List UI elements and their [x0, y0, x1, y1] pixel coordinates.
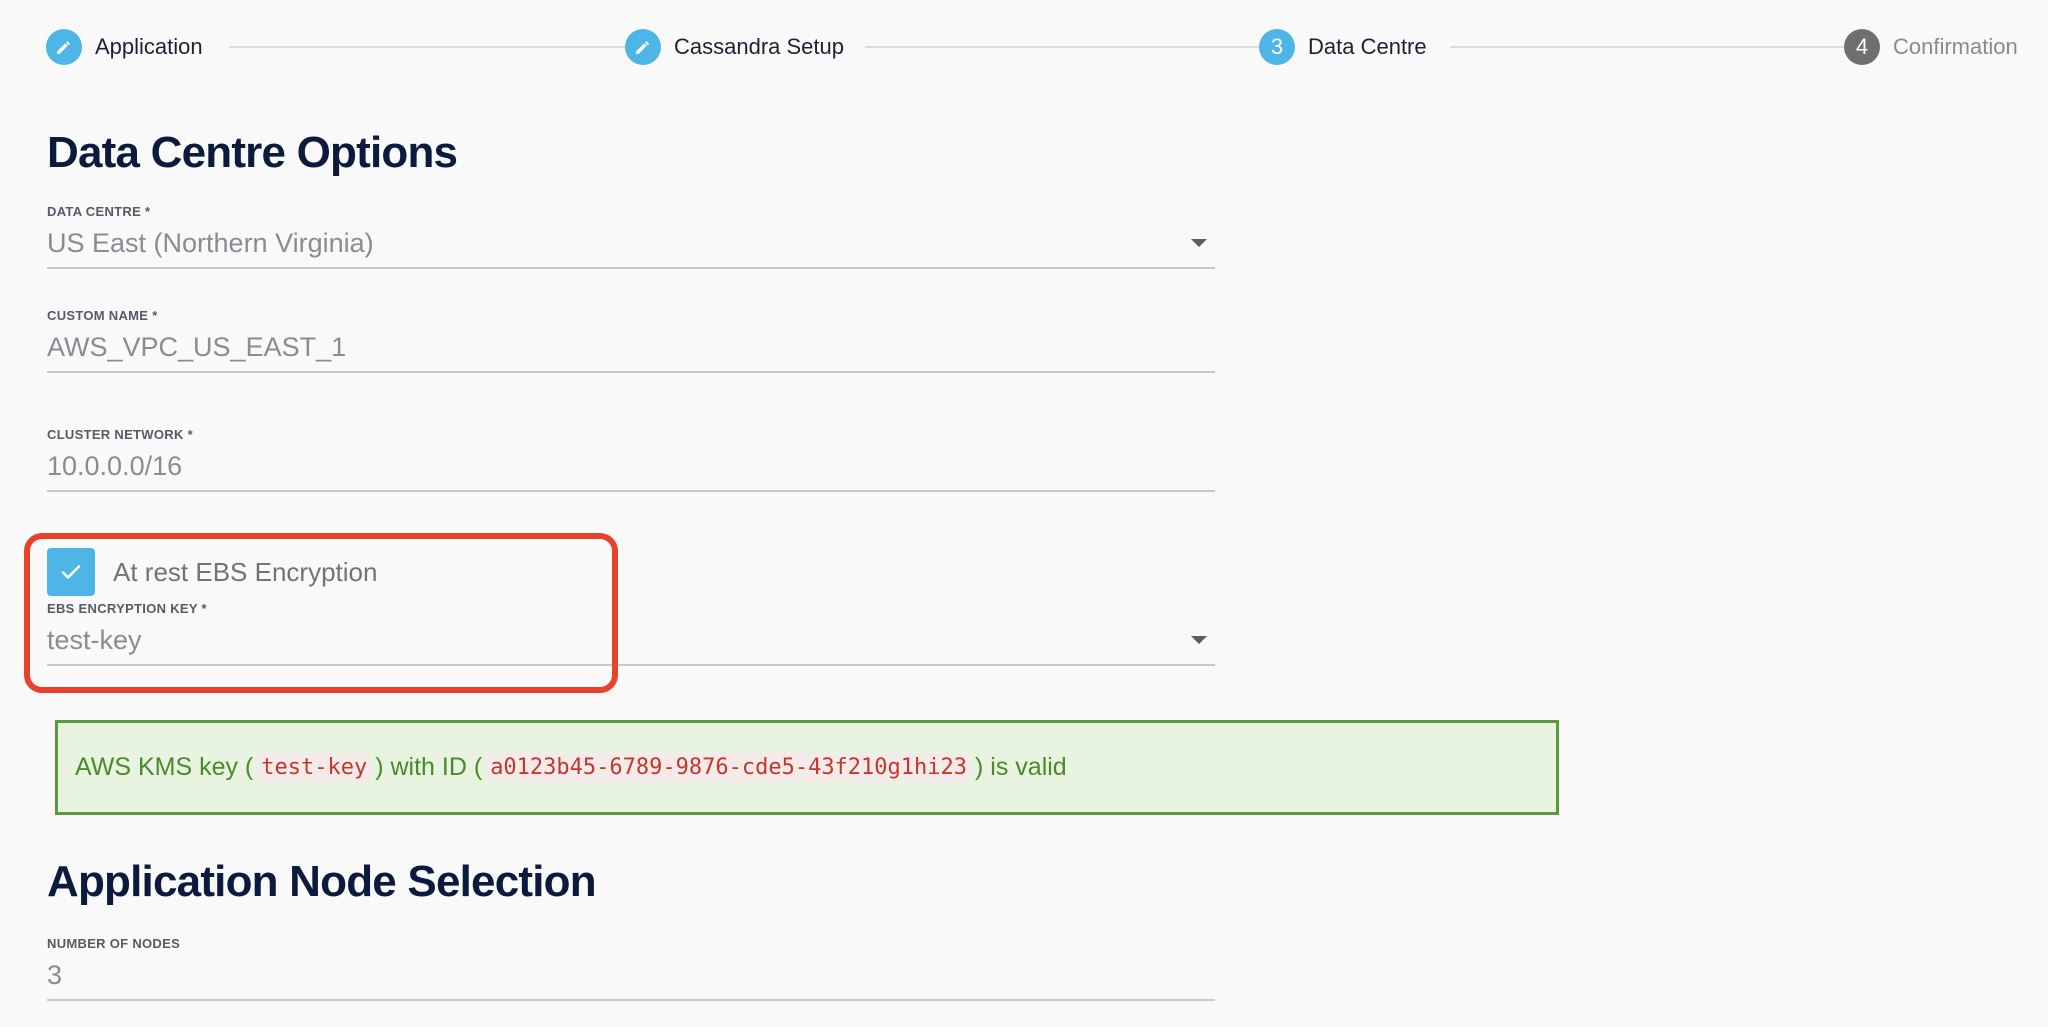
step-data-centre[interactable]: 3 Data Centre [1259, 25, 1427, 69]
step-label: Data Centre [1308, 34, 1427, 59]
input-value: AWS_VPC_US_EAST_1 [47, 331, 347, 362]
step-connector [1450, 46, 1876, 48]
step-number: 3 [1259, 29, 1295, 65]
pencil-icon [46, 29, 82, 65]
step-label: Confirmation [1893, 34, 2018, 59]
text-input[interactable]: AWS_VPC_US_EAST_1 [47, 323, 1215, 373]
field-label: CUSTOM NAME * [47, 308, 158, 323]
input-value: 3 [47, 959, 63, 990]
field-label: NUMBER OF NODES [47, 936, 181, 951]
step-confirmation[interactable]: 4 Confirmation [1844, 25, 2018, 69]
key-id-code: a0123b45-6789-9876-cde5-43f210g1hi23 [486, 753, 972, 782]
step-application[interactable]: Application [46, 25, 203, 69]
section-title-node-selection: Application Node Selection [47, 857, 597, 906]
pencil-icon [625, 29, 661, 65]
key-name-code: test-key [257, 753, 372, 782]
number-input[interactable]: 3 [47, 951, 1215, 1001]
step-connector [229, 46, 659, 48]
chevron-down-icon[interactable] [1191, 636, 1207, 644]
cluster-network-field[interactable]: CLUSTER NETWORK * 10.0.0.0/16 [47, 427, 1215, 492]
select-control[interactable]: US East (Northern Virginia) [47, 219, 1215, 269]
number-of-nodes-field[interactable]: NUMBER OF NODES 3 [47, 936, 1215, 1001]
step-cassandra-setup[interactable]: Cassandra Setup [625, 25, 844, 69]
section-title-data-centre: Data Centre Options [47, 128, 458, 177]
step-label: Application [95, 34, 203, 59]
text-input[interactable]: 10.0.0.0/16 [47, 442, 1215, 492]
select-value: US East (Northern Virginia) [47, 227, 374, 258]
banner-text: AWS KMS key ( [75, 753, 254, 781]
field-label: DATA CENTRE * [47, 204, 151, 219]
wizard-stepper: Application Cassandra Setup 3 Data Centr… [46, 25, 2036, 69]
validation-success-banner: AWS KMS key ( test-key ) with ID ( a0123… [55, 720, 1559, 815]
field-label: CLUSTER NETWORK * [47, 427, 193, 442]
data-centre-select[interactable]: DATA CENTRE * US East (Northern Virginia… [47, 204, 1215, 269]
step-number: 4 [1844, 29, 1880, 65]
step-label: Cassandra Setup [674, 34, 844, 59]
banner-text: ) with ID ( [375, 753, 483, 781]
highlight-box [24, 533, 618, 693]
banner-text: ) is valid [975, 753, 1067, 781]
chevron-down-icon[interactable] [1191, 239, 1207, 247]
input-value: 10.0.0.0/16 [47, 450, 183, 481]
step-connector [865, 46, 1293, 48]
custom-name-field[interactable]: CUSTOM NAME * AWS_VPC_US_EAST_1 [47, 308, 1215, 373]
